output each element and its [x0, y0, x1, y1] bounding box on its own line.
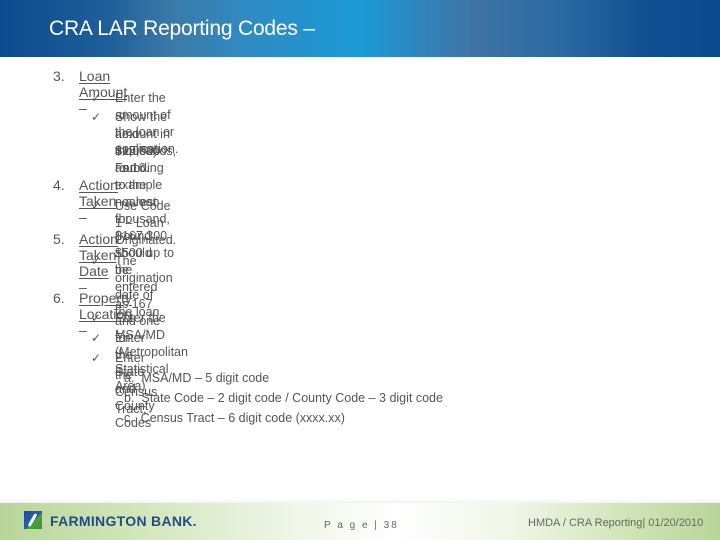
sub-item: c. Census Tract – 6 digit code (xxxx.xx) — [124, 411, 345, 425]
sub-item: a. MSA/MD – 5 digit code — [124, 371, 270, 385]
bank-logo-icon — [24, 511, 42, 529]
bank-logo-text: FARMINGTON BANK. — [50, 513, 197, 529]
check-icon: ✓ — [91, 254, 102, 268]
sub-item: b. State Code – 2 digit code / County Co… — [124, 391, 443, 405]
footer-report-date: HMDA / CRA Reporting| 01/20/2010 — [528, 517, 704, 529]
section-number: 6. — [53, 290, 65, 306]
heading-suffix: – — [79, 100, 87, 116]
check-icon: ✓ — [91, 91, 102, 105]
section-number: 4. — [53, 177, 65, 193]
slide-title: CRA LAR Reporting Codes – — [49, 17, 315, 40]
heading-suffix: – — [79, 322, 87, 338]
bullet-text-cont: $15,500 as 16. — [115, 144, 161, 175]
heading-suffix: – — [79, 209, 87, 225]
bullet-text: Use Code 1 – Loan Originated. — [115, 199, 177, 247]
slide-header: CRA LAR Reporting Codes – — [0, 0, 720, 57]
check-icon: ✓ — [91, 311, 102, 325]
section-number: 3. — [53, 68, 65, 84]
page-number: P a g e | 38 — [324, 520, 399, 531]
check-icon: ✓ — [91, 351, 102, 365]
section-number: 5. — [53, 231, 65, 247]
check-icon: ✓ — [91, 110, 102, 124]
check-icon: ✓ — [91, 331, 102, 345]
check-icon: ✓ — [91, 199, 102, 213]
